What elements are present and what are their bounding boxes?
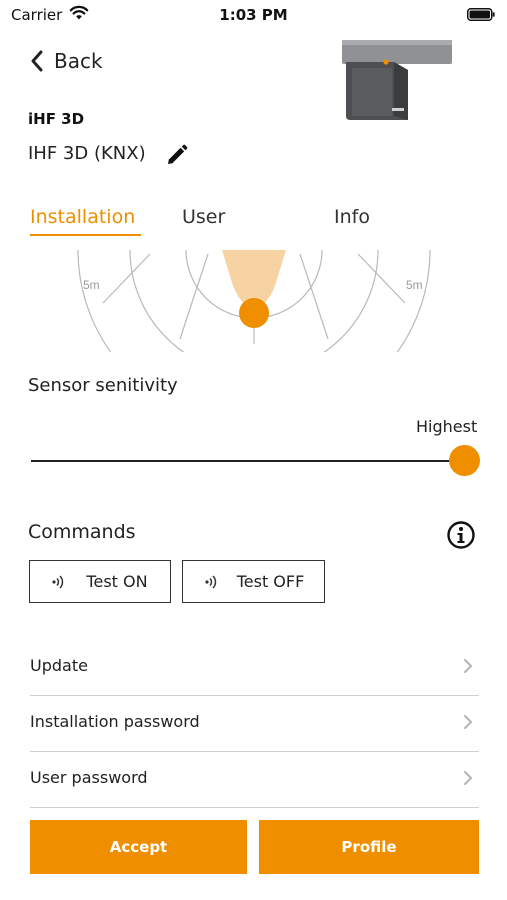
- detection-area-diagram: 5m 5m: [77, 249, 431, 352]
- device-type: iHF 3D: [28, 110, 85, 128]
- pencil-icon[interactable]: [165, 143, 189, 167]
- sensitivity-slider-knob[interactable]: [449, 445, 480, 476]
- chevron-left-icon: [31, 50, 43, 72]
- menu-item-label: User password: [30, 768, 148, 787]
- back-label: Back: [54, 49, 103, 73]
- accept-button[interactable]: Accept: [30, 820, 247, 874]
- sensor-marker: [239, 298, 269, 328]
- sensitivity-slider-track[interactable]: [31, 460, 465, 462]
- commands-title: Commands: [28, 521, 136, 543]
- tab-indicator: [30, 234, 141, 236]
- device-image: [342, 40, 452, 120]
- back-button[interactable]: Back: [30, 46, 103, 76]
- menu-item-installation-password[interactable]: Installation password: [30, 696, 479, 752]
- sensitivity-value: Highest: [416, 417, 478, 436]
- device-name: IHF 3D (KNX): [28, 143, 146, 164]
- menu-item-update[interactable]: Update: [30, 640, 479, 696]
- status-bar: Carrier 1:03 PM: [0, 0, 507, 32]
- distance-label-left: 5m: [83, 278, 100, 292]
- test-off-button[interactable]: Test OFF: [182, 560, 325, 603]
- distance-label-right: 5m: [406, 278, 423, 292]
- tab-installation[interactable]: Installation: [30, 206, 135, 228]
- sensitivity-label: Sensor senitivity: [28, 375, 178, 396]
- test-off-label: Test OFF: [236, 572, 305, 591]
- clock: 1:03 PM: [219, 6, 288, 24]
- test-on-label: Test ON: [86, 572, 148, 591]
- test-on-button[interactable]: Test ON: [29, 560, 171, 603]
- chevron-right-icon: [464, 771, 472, 785]
- chevron-right-icon: [464, 715, 472, 729]
- menu-item-label: Update: [30, 656, 88, 675]
- battery-icon: [467, 8, 495, 21]
- tab-user[interactable]: User: [182, 206, 225, 228]
- menu-item-user-password[interactable]: User password: [30, 752, 479, 808]
- menu-item-label: Installation password: [30, 712, 200, 731]
- profile-button[interactable]: Profile: [259, 820, 479, 874]
- chevron-right-icon: [464, 659, 472, 673]
- tab-info[interactable]: Info: [334, 206, 370, 228]
- info-icon[interactable]: [446, 520, 476, 550]
